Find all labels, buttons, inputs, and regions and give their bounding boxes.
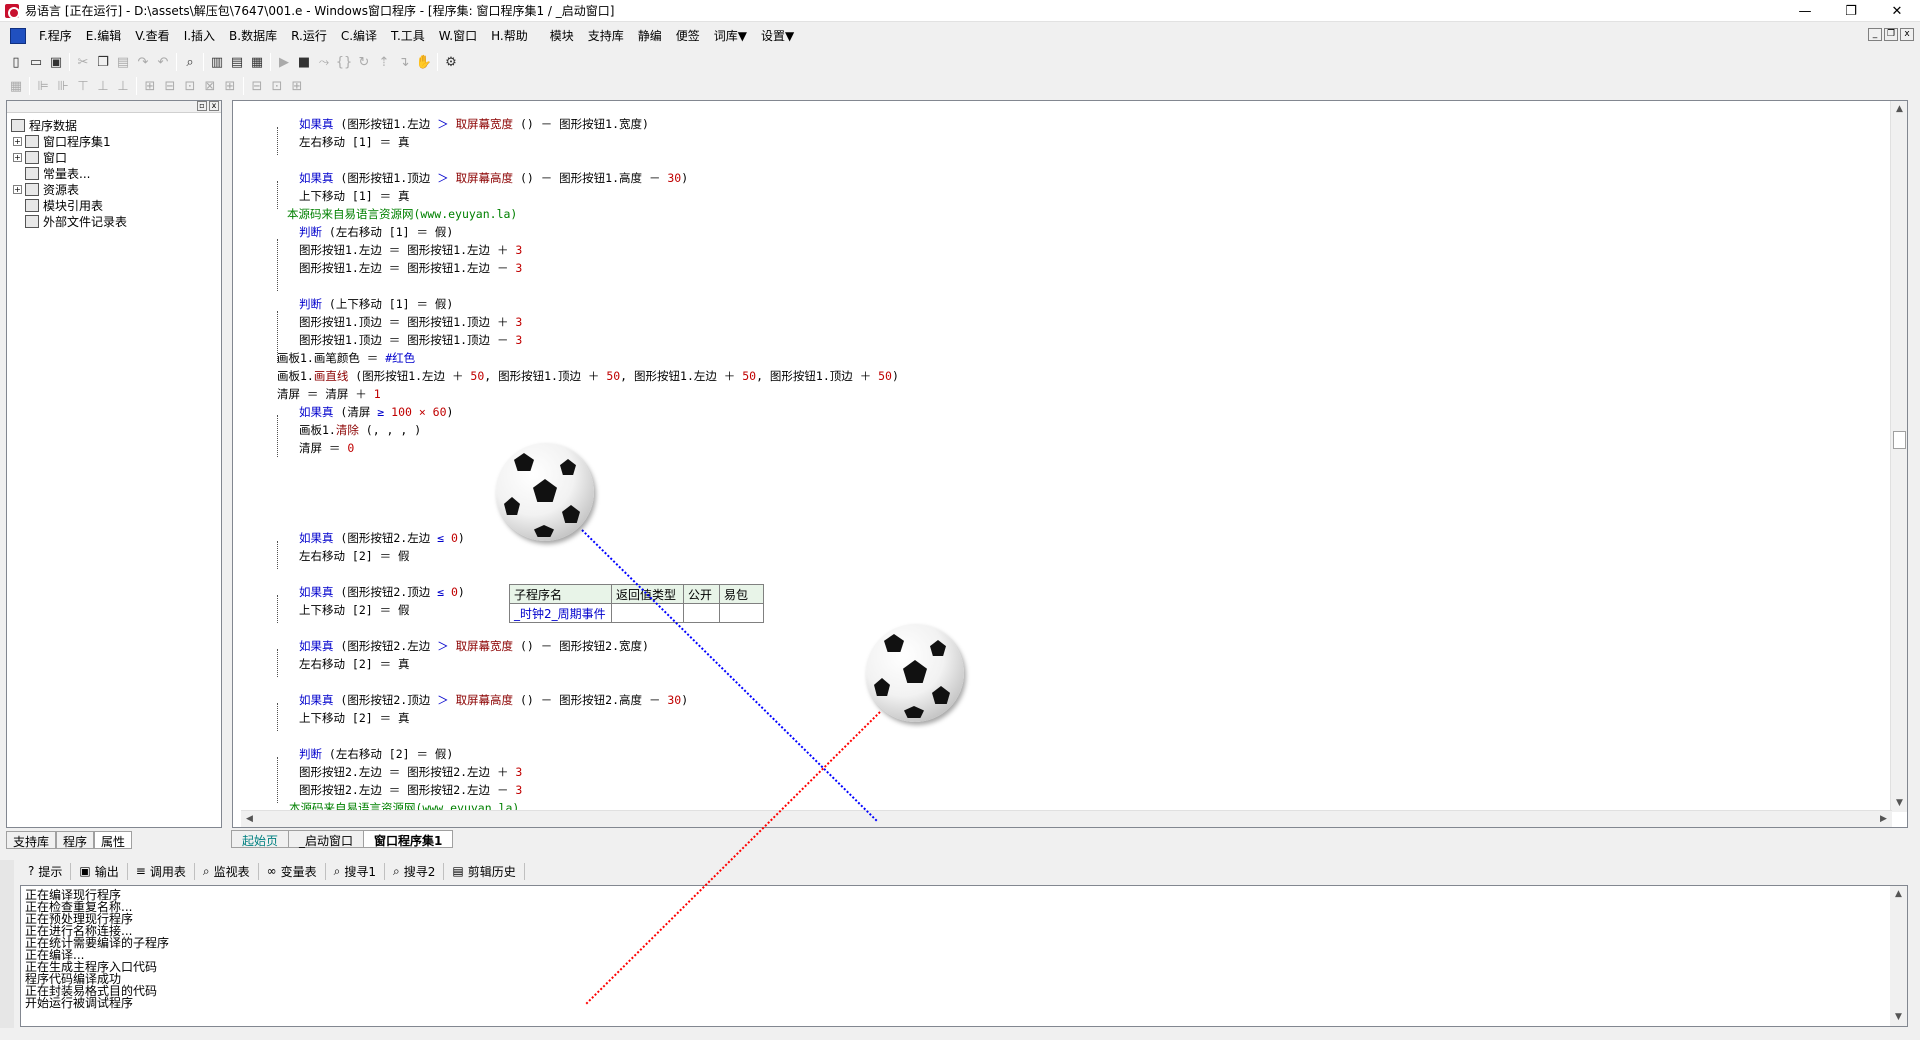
ide-window: 易语言 [正在运行] - D:\assets\解压包\7647\001.e - …	[0, 0, 1920, 1040]
ball-patch	[534, 525, 554, 537]
ball-patch	[874, 678, 890, 696]
soccer-ball[interactable]	[866, 624, 964, 722]
ball-patch	[514, 453, 534, 471]
blue-trajectory-line	[581, 529, 879, 823]
ball-patch	[562, 505, 580, 523]
trajectory-overlay	[581, 529, 881, 1005]
ball-patch	[533, 479, 557, 502]
red-trajectory-line	[585, 711, 881, 1005]
soccer-ball[interactable]	[496, 443, 594, 541]
ball-patch	[560, 459, 576, 475]
ball-patch	[930, 640, 946, 656]
ball-patch	[903, 660, 927, 683]
ball-patch	[932, 686, 950, 704]
ball-patch	[884, 634, 904, 652]
ball-patch	[504, 497, 520, 515]
ball-patch	[904, 706, 924, 718]
